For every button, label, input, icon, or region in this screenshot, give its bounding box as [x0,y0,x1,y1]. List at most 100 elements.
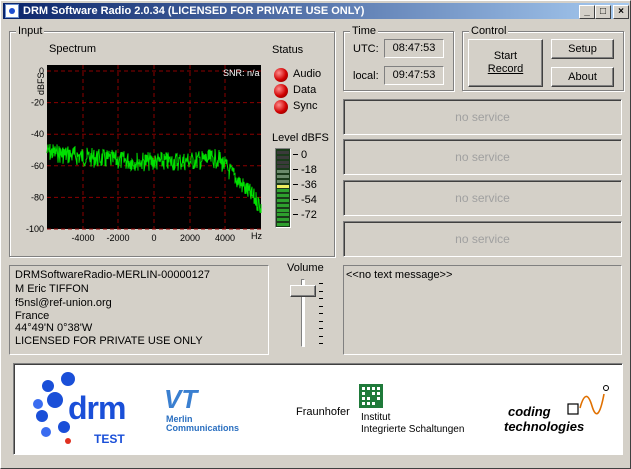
station-info-line: DRMSoftwareRadio-MERLIN-00000127 [15,269,211,281]
service-slot-4[interactable]: no service [343,221,622,257]
volume-tick [319,335,323,337]
start-record-line1: Start [493,50,518,62]
volume-label: Volume [287,262,324,274]
text-message-panel: <<no text message>> [343,265,622,355]
level-tick-label: -36 [301,179,317,191]
close-button[interactable]: × [613,5,629,19]
level-meter-segment [277,189,289,193]
level-meter-segment [277,213,289,217]
level-meter-segment [277,208,289,212]
volume-tick [319,298,323,299]
level-meter-segment [277,170,289,174]
station-info-line: LICENSED FOR PRIVATE USE ONLY [15,335,203,347]
drm-test-label: TEST [94,432,125,446]
sync-status-led [274,100,288,114]
level-tick-mark [293,214,298,215]
x-tick-label: 4000 [215,233,235,243]
about-button[interactable]: About [551,67,614,87]
level-meter-segment [277,179,289,183]
volume-tick [319,328,323,329]
y-tick-label: -40 [31,129,44,139]
volume-tick [319,290,323,292]
level-meter-segment [277,223,289,226]
level-tick-mark [293,154,298,155]
level-tick-label: -18 [301,164,317,176]
x-tick-label: -2000 [106,233,129,243]
utc-label: UTC: [353,43,379,55]
setup-button[interactable]: Setup [551,39,614,59]
level-tick-label: -54 [301,194,317,206]
vt-line2: Communications [166,423,240,433]
x-tick-labels: -4000 -2000 0 2000 4000 [71,233,235,243]
iis-line1: Institut [361,412,391,423]
level-meter-segment [277,184,289,188]
local-label: local: [353,70,379,82]
level-meter [275,148,291,228]
level-tick-label: -72 [301,209,317,221]
level-label: Level dBFS [272,132,329,144]
volume-tick [319,305,323,307]
y-axis-unit: dBFS [36,72,46,95]
x-tick-label: -4000 [71,233,94,243]
title-bar[interactable]: DRM Software Radio 2.0.34 (LICENSED FOR … [3,3,629,19]
maximize-button[interactable]: □ [595,5,611,19]
volume-tick [319,343,323,344]
y-tick-label: -20 [31,98,44,108]
logo-banner: drm TEST VT Merlin Communications Fraunh… [13,363,623,455]
ct-line2: technologies [504,419,585,434]
data-status-label: Data [293,84,317,96]
start-record-button[interactable]: Start Record [468,39,543,87]
drm-wordmark: drm [68,390,126,426]
vt-logo-icon: VT [164,384,198,414]
volume-tick [319,283,323,284]
input-group-label: Input [16,25,45,37]
control-group-label: Control [469,25,509,37]
iis-line2: Integrierte Schaltungen [361,424,465,435]
fraunhofer-label: Fraunhofer [296,406,350,418]
snr-readout: SNR: n/a [223,68,260,78]
service-slot-1[interactable]: no service [343,99,622,135]
level-meter-segment [277,165,289,169]
sync-status-label: Sync [293,100,318,112]
time-group-label: Time [350,25,379,37]
y-tick-label: -100 [26,224,44,234]
main-window: DRM Software Radio 2.0.34 (LICENSED FOR … [0,0,631,469]
level-meter-segment [277,160,289,164]
audio-status-label: Audio [293,68,322,80]
y-tick-label: -60 [31,161,44,171]
y-tick-label: -80 [31,192,44,202]
level-meter-segment [277,175,289,178]
x-axis-unit: Hz [251,231,262,241]
station-info-line: 44°49'N 0°38'W [15,322,93,334]
status-label: Status [272,44,304,56]
level-tick-mark [293,199,298,200]
minimize-button[interactable]: _ [579,5,595,19]
local-time-display: 09:47:53 [384,66,444,85]
level-meter-segment [277,155,289,159]
level-tick-label: 0 [301,149,308,161]
level-tick-mark [293,184,298,185]
volume-slider-thumb[interactable] [290,284,316,297]
window-title: DRM Software Radio 2.0.34 (LICENSED FOR … [23,5,365,17]
app-icon[interactable] [5,4,19,18]
level-meter-segment [277,194,289,198]
level-tick-mark [293,169,298,170]
audio-status-led [274,68,288,82]
text-message: <<no text message>> [346,269,453,281]
station-info-line: M Eric TIFFON [15,283,89,295]
utc-time-display: 08:47:53 [384,39,444,58]
iis-logo-icon [359,384,383,408]
service-slot-2[interactable]: no service [343,139,622,175]
volume-tick [319,313,323,314]
x-tick-label: 2000 [180,233,200,243]
level-meter-segment [277,199,289,202]
ct-line1: coding [508,404,551,419]
coding-technologies-logo-icon [567,385,609,415]
station-info-line: f5nsl@ref-union.org [15,297,112,309]
x-tick-label: 0 [151,233,156,243]
service-slot-3[interactable]: no service [343,180,622,216]
level-meter-segment [277,151,289,154]
level-meter-segment [277,218,289,222]
spectrum-plot: 0 -20 -40 -60 -80 -100 -4000 -2000 0 2000 4000 SN… [26,65,262,243]
level-meter-segment [277,203,289,207]
